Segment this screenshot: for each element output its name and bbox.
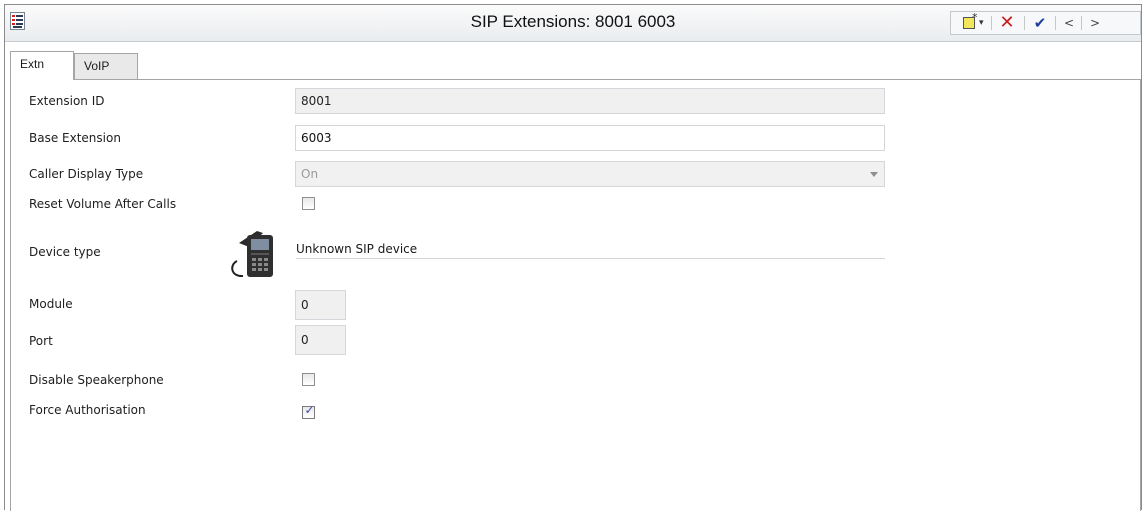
delete-button[interactable]: ✕	[995, 12, 1019, 34]
toolbar-separator	[1055, 16, 1056, 30]
reset-volume-label: Reset Volume After Calls	[29, 197, 177, 211]
port-label: Port	[29, 334, 53, 348]
next-button[interactable]: >	[1085, 12, 1105, 34]
base-extension-field[interactable]: 6003	[295, 125, 885, 151]
port-field[interactable]: 0	[295, 325, 346, 355]
caller-display-type-select[interactable]: On	[295, 161, 885, 187]
chevron-down-icon	[870, 172, 878, 177]
disable-speakerphone-checkbox[interactable]	[302, 373, 315, 386]
caller-display-type-label: Caller Display Type	[29, 167, 144, 181]
checkmark-icon: ✔	[1033, 14, 1047, 32]
toolbar-separator	[1081, 16, 1082, 30]
new-button[interactable]: * ▾	[955, 12, 985, 34]
device-type-label: Device type	[29, 245, 101, 259]
title-bar: SIP Extensions: 8001 6003 * ▾ ✕ ✔ < >	[5, 5, 1141, 42]
device-type-field[interactable]: Unknown SIP device	[296, 240, 885, 259]
module-field[interactable]: 0	[295, 290, 346, 320]
disable-speakerphone-label: Disable Speakerphone	[29, 373, 164, 387]
toolbar-separator	[991, 16, 992, 30]
caller-display-type-value: On	[301, 167, 319, 181]
toolbar-separator	[1024, 16, 1025, 30]
dropdown-arrow-icon: ▾	[979, 18, 984, 28]
reset-volume-checkbox[interactable]	[302, 197, 315, 210]
chevron-left-icon: <	[1063, 16, 1075, 30]
chevron-right-icon: >	[1089, 16, 1101, 30]
base-extension-label: Base Extension	[29, 131, 121, 145]
force-authorisation-checkbox[interactable]: ✓	[302, 403, 315, 419]
tab-voip[interactable]: VoIP	[74, 53, 138, 79]
tab-extn[interactable]: Extn	[10, 51, 74, 80]
module-label: Module	[29, 297, 73, 311]
desk-phone-icon	[231, 231, 273, 278]
extension-id-field[interactable]: 8001	[295, 88, 885, 114]
checkmark-icon: ✓	[304, 403, 315, 417]
extension-id-label: Extension ID	[29, 94, 105, 108]
delete-x-icon: ✕	[999, 12, 1015, 33]
ok-button[interactable]: ✔	[1029, 12, 1051, 34]
window: SIP Extensions: 8001 6003 * ▾ ✕ ✔ < > Ex…	[4, 4, 1142, 511]
previous-button[interactable]: <	[1059, 12, 1079, 34]
force-authorisation-label: Force Authorisation	[29, 403, 146, 417]
toolbar: * ▾ ✕ ✔ < >	[950, 11, 1141, 35]
